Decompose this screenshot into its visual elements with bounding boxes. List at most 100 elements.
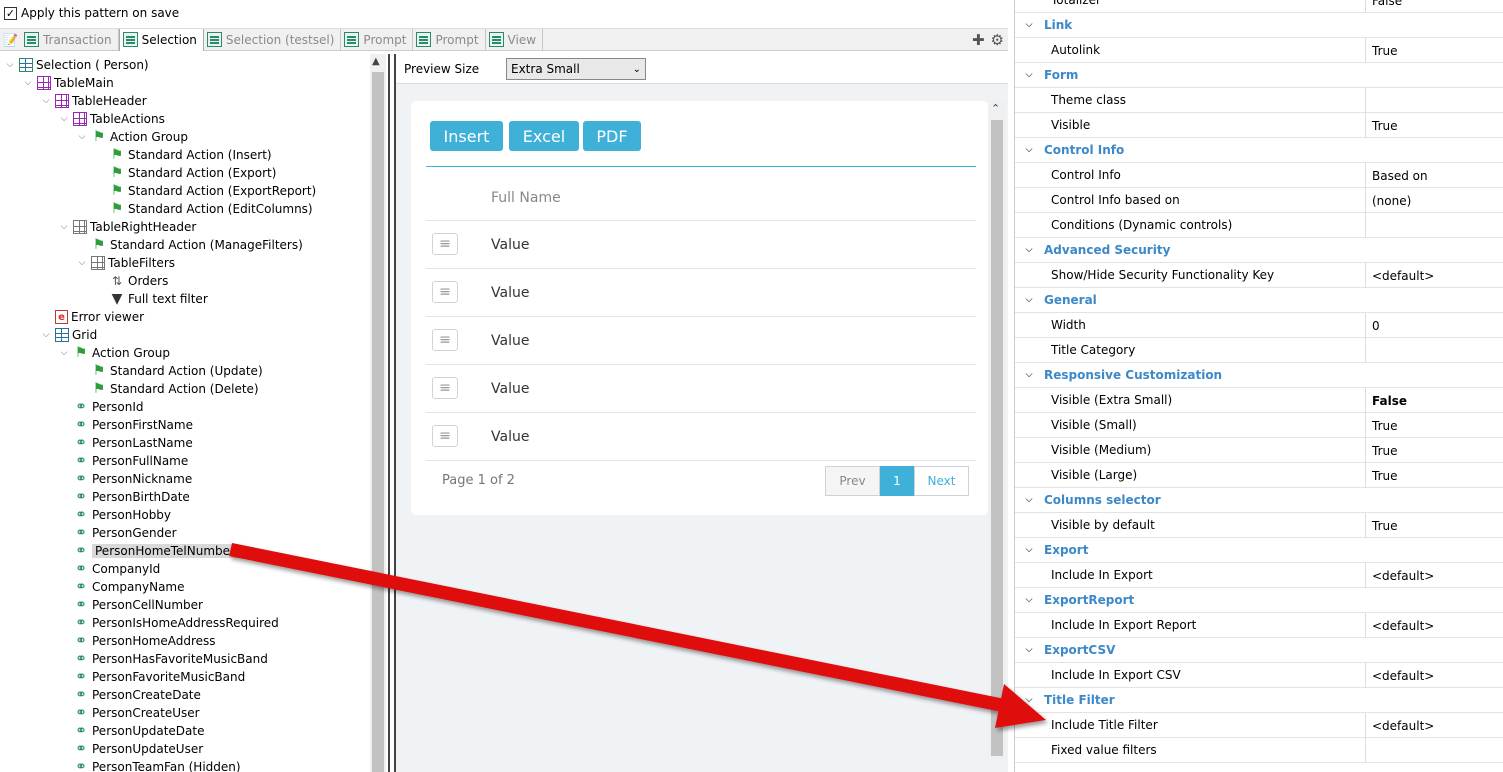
property-row[interactable]: Visible (Extra Small) False [1015,388,1503,413]
tree-node[interactable]: ⇅ Orders [94,272,168,290]
tree-node[interactable]: ⌵ TableHeader [40,92,147,110]
property-row[interactable]: Include In Export <default> [1015,563,1503,588]
tab-prompt[interactable]: Prompt [341,28,414,51]
property-row[interactable]: Visible by default True [1015,513,1503,538]
insert-button[interactable]: Insert [430,121,503,151]
scrollbar-thumb[interactable] [372,72,384,772]
property-value[interactable]: Based on [1365,163,1503,188]
scroll-up-icon[interactable]: ▲ [372,56,380,67]
property-row[interactable]: Visible (Medium) True [1015,438,1503,463]
tab-selection[interactable]: Selection [118,28,204,51]
property-category[interactable]: ⌵ ExportReport [1015,588,1503,613]
tree-node[interactable]: ⌵ Grid [40,326,97,344]
current-page-button[interactable]: 1 [880,466,914,496]
property-category[interactable]: ⌵ Title Filter [1015,688,1503,713]
collapse-chevron-icon[interactable]: ⌵ [1023,595,1035,605]
property-category[interactable]: ⌵ Export [1015,538,1503,563]
collapse-chevron-icon[interactable]: ⌵ [1023,245,1035,255]
tree-node[interactable]: ⚭ PersonHasFavoriteMusicBand [58,650,268,668]
tree-node[interactable]: ⌵ Selection ( Person) [4,56,149,74]
row-menu-icon[interactable]: ≡ [432,377,458,399]
next-page-button[interactable]: Next [914,466,969,496]
row-menu-icon[interactable]: ≡ [432,233,458,255]
collapse-chevron-icon[interactable]: ⌵ [1023,495,1035,505]
property-row[interactable]: Visible True [1015,113,1503,138]
property-value[interactable] [1365,88,1503,113]
tree-node[interactable]: ⚭ PersonUpdateUser [58,740,203,758]
prev-page-button[interactable]: Prev [825,466,880,496]
expand-chevron-icon[interactable]: ⌵ [58,114,70,124]
tree-node[interactable]: ⚭ PersonCreateUser [58,704,199,722]
scrollbar-thumb[interactable] [991,120,1003,756]
collapse-chevron-icon[interactable]: ⌵ [1023,695,1035,705]
tree-node[interactable]: ⚭ PersonId [58,398,143,416]
property-value[interactable]: <default> [1365,713,1503,738]
property-value[interactable]: True [1365,413,1503,438]
property-category[interactable]: ⌵ Form [1015,63,1503,88]
property-row[interactable]: Visible (Small) True [1015,413,1503,438]
property-value[interactable]: True [1365,463,1503,488]
tree-node[interactable]: ⚭ CompanyId [58,560,160,578]
property-value[interactable]: True [1365,113,1503,138]
apply-on-save-checkbox[interactable]: ✓ [4,6,17,20]
tree-node[interactable]: ⌵ TableActions [58,110,165,128]
property-category[interactable]: ⌵ General [1015,288,1503,313]
property-row[interactable]: Control Info Based on [1015,163,1503,188]
property-value[interactable]: True [1365,438,1503,463]
property-value[interactable] [1365,338,1503,363]
tree-node[interactable]: ⚑ Standard Action (Insert) [94,146,272,164]
expand-chevron-icon[interactable]: ⌵ [58,348,70,358]
collapse-chevron-icon[interactable]: ⌵ [1023,545,1035,555]
tab-transaction[interactable]: Transaction [21,28,119,51]
tab-view[interactable]: View [486,28,544,51]
tree-node[interactable]: ⚭ PersonNickname [58,470,192,488]
tree-node[interactable]: ⚭ PersonCreateDate [58,686,201,704]
property-value[interactable]: True [1365,38,1503,63]
property-row[interactable]: Width 0 [1015,313,1503,338]
property-value[interactable] [1365,213,1503,238]
tree-node[interactable]: ⚑ Standard Action (Export) [94,164,277,182]
tree-node[interactable]: ⚭ PersonFullName [58,452,188,470]
tree-node[interactable]: ⚭ PersonHobby [58,506,171,524]
property-row[interactable]: Conditions (Dynamic controls) [1015,213,1503,238]
property-row[interactable]: Control Info based on (none) [1015,188,1503,213]
property-value[interactable]: False [1365,0,1503,13]
property-row[interactable]: Autolink True [1015,38,1503,63]
row-menu-icon[interactable]: ≡ [432,281,458,303]
tree-node[interactable]: ⚭ PersonUpdateDate [58,722,204,740]
property-row[interactable]: Include In Export Report <default> [1015,613,1503,638]
preview-size-select[interactable]: Extra Small ⌄ [506,58,646,80]
excel-button[interactable]: Excel [509,121,579,151]
tree-node[interactable]: ⚭ PersonLastName [58,434,193,452]
row-menu-icon[interactable]: ≡ [432,329,458,351]
settings-gear-icon[interactable]: ⚙ [991,31,1004,49]
pdf-button[interactable]: PDF [583,121,641,151]
tree-node[interactable]: ⚭ PersonFirstName [58,416,193,434]
tree-node[interactable]: ⚭ PersonBirthDate [58,488,190,506]
property-value[interactable]: False [1365,388,1503,413]
property-row[interactable]: Fixed value filters [1015,738,1503,763]
tree-node[interactable]: ⚭ CompanyName [58,578,184,596]
tree-node[interactable]: ⚭ PersonHomeAddress [58,632,215,650]
collapse-chevron-icon[interactable]: ⌵ [1023,645,1035,655]
collapse-chevron-icon[interactable]: ⌵ [1023,145,1035,155]
property-value[interactable] [1365,738,1503,763]
property-value[interactable]: <default> [1365,663,1503,688]
tree-node[interactable]: ⌵ ⚑ Action Group [76,128,188,146]
collapse-chevron-icon[interactable]: ⌵ [1023,20,1035,30]
tree-node[interactable]: ⚭ PersonHomeTelNumber [58,542,238,560]
collapse-chevron-icon[interactable]: ⌵ [1023,370,1035,380]
property-category[interactable]: ⌵ Responsive Customization [1015,363,1503,388]
property-category[interactable]: ⌵ ExportCSV [1015,638,1503,663]
expand-chevron-icon[interactable]: ⌵ [40,330,52,340]
property-value[interactable]: <default> [1365,613,1503,638]
property-value[interactable]: 0 [1365,313,1503,338]
tree-node[interactable]: ⚭ PersonIsHomeAddressRequired [58,614,279,632]
property-row[interactable]: Show/Hide Security Functionality Key <def… [1015,263,1503,288]
tree-node[interactable]: ⌵ TableFilters [76,254,175,272]
tree-node[interactable]: e Error viewer [40,308,144,326]
tree-node[interactable]: ▼ Full text filter [94,290,208,308]
tree-node[interactable]: ⚭ PersonTeamFan (Hidden) [58,758,240,772]
collapse-chevron-icon[interactable]: ⌵ [1023,295,1035,305]
tree-node[interactable]: ⌵ TableMain [22,74,114,92]
